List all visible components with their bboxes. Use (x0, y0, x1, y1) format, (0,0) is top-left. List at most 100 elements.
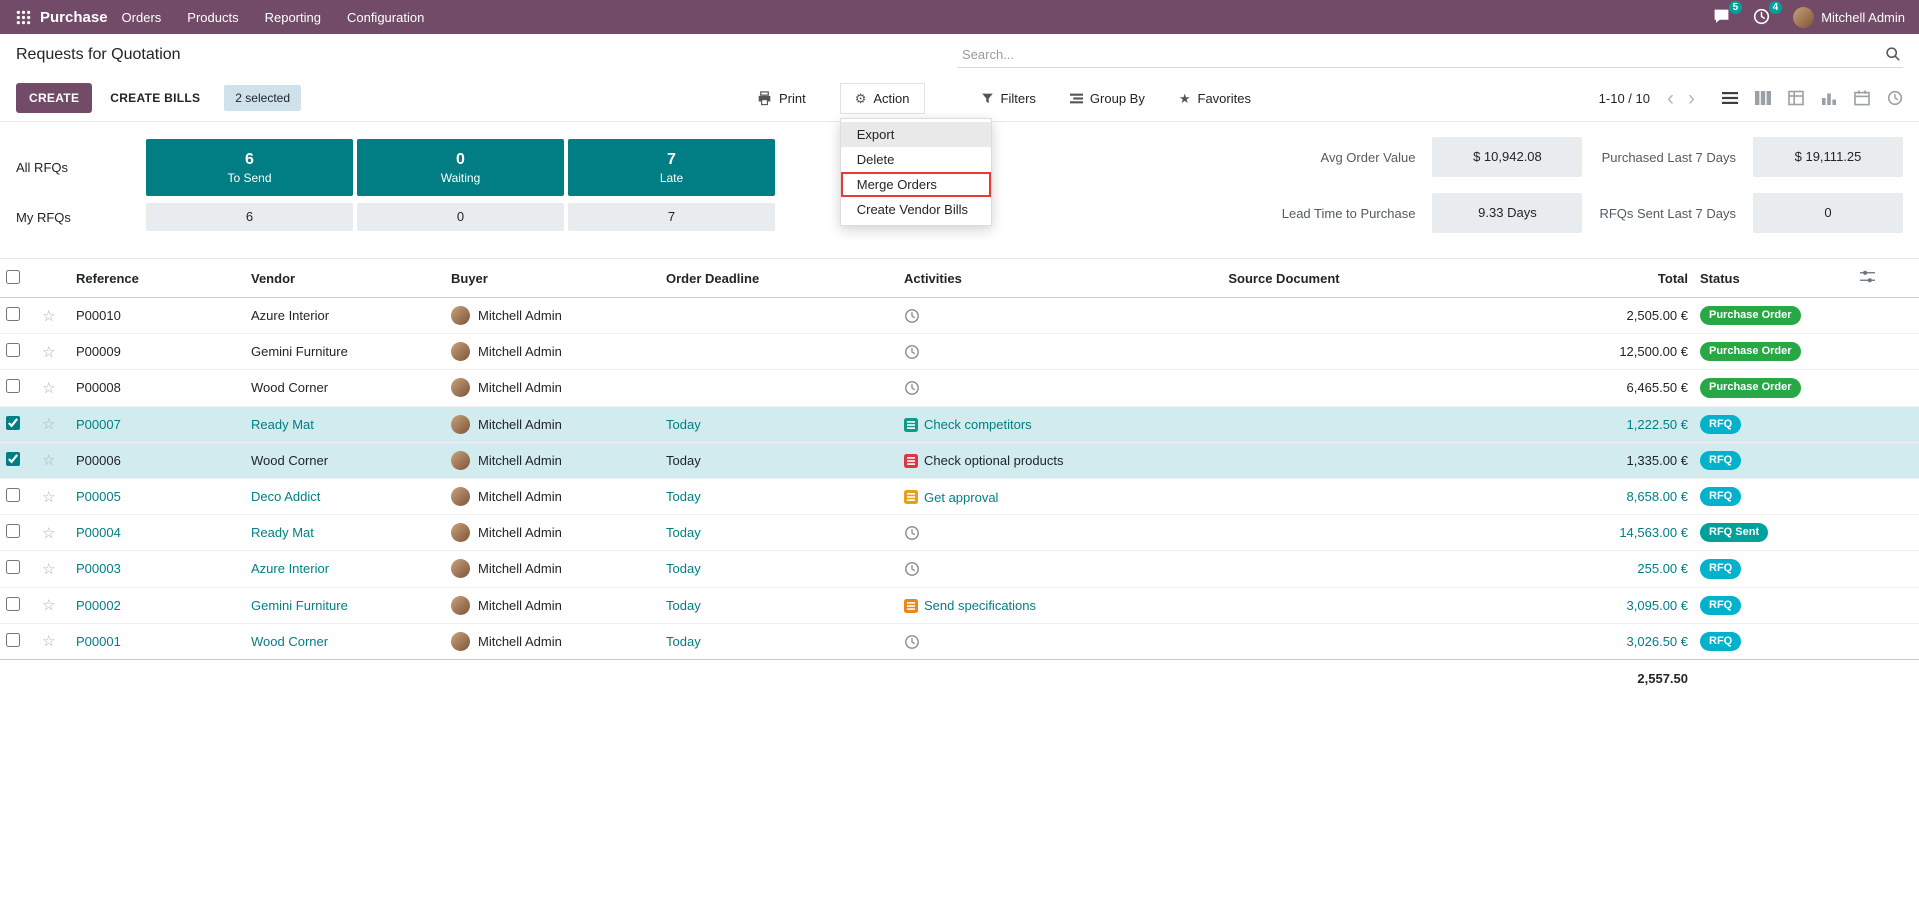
favorite-star-icon[interactable]: ☆ (42, 525, 55, 542)
kpi-box-late[interactable]: 7 Late (568, 139, 775, 196)
view-pivot-icon[interactable] (1788, 90, 1804, 106)
list-row-p00001[interactable]: ☆ P00001 Wood Corner Mitchell Admin Today 3,0… (0, 622, 1919, 660)
favorite-star-icon[interactable]: ☆ (42, 633, 55, 650)
action-menu-item-create-vendor-bills[interactable]: Create Vendor Bills (841, 197, 991, 222)
favorite-star-icon[interactable]: ☆ (42, 416, 55, 433)
row-checkbox[interactable] (6, 343, 20, 358)
pager-previous-button[interactable]: ‹ (1660, 88, 1681, 109)
favorite-star-icon[interactable]: ☆ (42, 308, 55, 325)
activity-list-icon[interactable] (904, 598, 918, 613)
pager-next-button[interactable]: › (1681, 88, 1702, 109)
reference-cell[interactable]: P00005 (70, 477, 245, 515)
action-menu-item-export[interactable]: Export (840, 121, 991, 147)
search-icon[interactable] (1885, 46, 1901, 62)
view-graph-icon[interactable] (1821, 90, 1837, 106)
favorite-star-icon[interactable]: ☆ (42, 344, 55, 361)
view-activity-icon[interactable] (1887, 90, 1903, 106)
navbar-menu-reporting[interactable]: Reporting (265, 10, 321, 25)
list-row-p00005[interactable]: ☆ P00005 Deco Addict Mitchell Admin Today Get… (0, 477, 1919, 515)
activity-clock-icon[interactable] (904, 634, 920, 650)
list-row-p00010[interactable]: ☆ P00010 Azure Interior Mitchell Admin 2,505… (0, 296, 1919, 334)
favorite-star-icon[interactable]: ☆ (42, 489, 55, 506)
activities-cell[interactable] (898, 369, 1114, 407)
activities-cell[interactable]: Send specifications (898, 586, 1114, 624)
reference-cell[interactable]: P00007 (70, 405, 245, 443)
row-checkbox[interactable] (6, 488, 20, 503)
navbar-menu-configuration[interactable]: Configuration (347, 10, 424, 25)
activities-button[interactable]: 4 (1753, 1, 1783, 26)
action-button[interactable]: ⚙ Action (839, 82, 925, 114)
create-button[interactable]: CREATE (16, 83, 93, 113)
row-checkbox[interactable] (6, 596, 20, 611)
favorite-star-icon[interactable]: ☆ (42, 380, 55, 397)
favorite-star-icon[interactable]: ☆ (42, 597, 55, 614)
reference-cell[interactable]: P00009 (70, 333, 245, 370)
action-menu-item-merge-orders[interactable]: Merge Orders (840, 171, 991, 197)
activities-cell[interactable] (898, 550, 1114, 587)
column-header-source-document[interactable]: Source Document (1114, 258, 1454, 298)
activity-list-icon[interactable] (904, 490, 918, 505)
print-button[interactable]: Print (753, 85, 810, 112)
row-checkbox[interactable] (6, 415, 20, 430)
activities-cell[interactable]: Check optional products (898, 441, 1114, 479)
list-row-p00004[interactable]: ☆ P00004 Ready Mat Mitchell Admin Today 14,56… (0, 514, 1919, 551)
row-checkbox[interactable] (6, 632, 20, 647)
kpi-box-my-rfqs[interactable]: 6 (146, 203, 353, 231)
navbar-menu-orders[interactable]: Orders (122, 10, 162, 25)
column-header-total[interactable]: Total (1454, 258, 1694, 298)
activities-cell[interactable] (898, 296, 1114, 334)
reference-cell[interactable]: P00003 (70, 550, 245, 587)
kpi-box-waiting[interactable]: 0 Waiting (357, 139, 564, 196)
select-all-checkbox[interactable] (6, 269, 20, 284)
column-header-status[interactable]: Status (1694, 258, 1854, 298)
activities-cell[interactable]: Get approval (898, 477, 1114, 515)
favorite-star-icon[interactable]: ☆ (42, 452, 55, 469)
view-kanban-icon[interactable] (1755, 90, 1771, 106)
reference-cell[interactable]: P00010 (70, 296, 245, 334)
activities-cell[interactable]: Check competitors (898, 405, 1114, 443)
activity-clock-icon[interactable] (904, 380, 920, 396)
reference-cell[interactable]: P00004 (70, 514, 245, 551)
reference-cell[interactable]: P00006 (70, 441, 245, 479)
navbar-menu-products[interactable]: Products (187, 10, 238, 25)
column-header-activities[interactable]: Activities (898, 258, 1114, 298)
apps-menu-icon[interactable] (10, 5, 36, 29)
kpi-box-to-send[interactable]: 6 To Send (146, 139, 353, 196)
kpi-box-my-rfqs[interactable]: 0 (357, 203, 564, 231)
reference-cell[interactable]: P00001 (70, 622, 245, 660)
activity-clock-icon[interactable] (904, 344, 920, 360)
row-checkbox[interactable] (6, 524, 20, 539)
column-header-buyer[interactable]: Buyer (445, 258, 660, 298)
create-bills-button[interactable]: CREATE BILLS (100, 83, 210, 113)
list-row-p00007[interactable]: ☆ P00007 Ready Mat Mitchell Admin Today Check… (0, 405, 1919, 443)
optional-columns-icon[interactable] (1860, 270, 1875, 287)
row-checkbox[interactable] (6, 307, 20, 322)
group-by-button[interactable]: Group By (1066, 85, 1149, 112)
row-checkbox[interactable] (6, 379, 20, 394)
view-calendar-icon[interactable] (1854, 90, 1870, 106)
activity-clock-icon[interactable] (904, 308, 920, 324)
column-header-vendor[interactable]: Vendor (245, 258, 445, 298)
user-menu[interactable]: Mitchell Admin (1793, 6, 1905, 28)
view-list-icon[interactable] (1722, 90, 1738, 106)
list-row-p00006[interactable]: ☆ P00006 Wood Corner Mitchell Admin Today Che… (0, 441, 1919, 479)
list-row-p00003[interactable]: ☆ P00003 Azure Interior Mitchell Admin Today… (0, 550, 1919, 587)
column-header-reference[interactable]: Reference (70, 258, 245, 298)
activities-cell[interactable] (898, 622, 1114, 660)
favorites-button[interactable]: ★ Favorites (1175, 85, 1255, 112)
action-menu-item-delete[interactable]: Delete (841, 147, 991, 172)
row-checkbox[interactable] (6, 451, 20, 466)
search-input[interactable] (960, 45, 1885, 63)
activities-cell[interactable] (898, 333, 1114, 370)
column-header-order-deadline[interactable]: Order Deadline (660, 258, 898, 298)
list-row-p00002[interactable]: ☆ P00002 Gemini Furniture Mitchell Admin Tod… (0, 586, 1919, 624)
row-checkbox[interactable] (6, 560, 20, 575)
list-row-p00008[interactable]: ☆ P00008 Wood Corner Mitchell Admin 6,465.50… (0, 369, 1919, 407)
app-name[interactable]: Purchase (40, 9, 108, 26)
activities-cell[interactable] (898, 514, 1114, 551)
messages-button[interactable]: 5 (1713, 1, 1743, 26)
activity-clock-icon[interactable] (904, 525, 920, 541)
reference-cell[interactable]: P00002 (70, 586, 245, 624)
activity-clock-icon[interactable] (904, 561, 920, 577)
filters-button[interactable]: Filters (977, 85, 1040, 112)
